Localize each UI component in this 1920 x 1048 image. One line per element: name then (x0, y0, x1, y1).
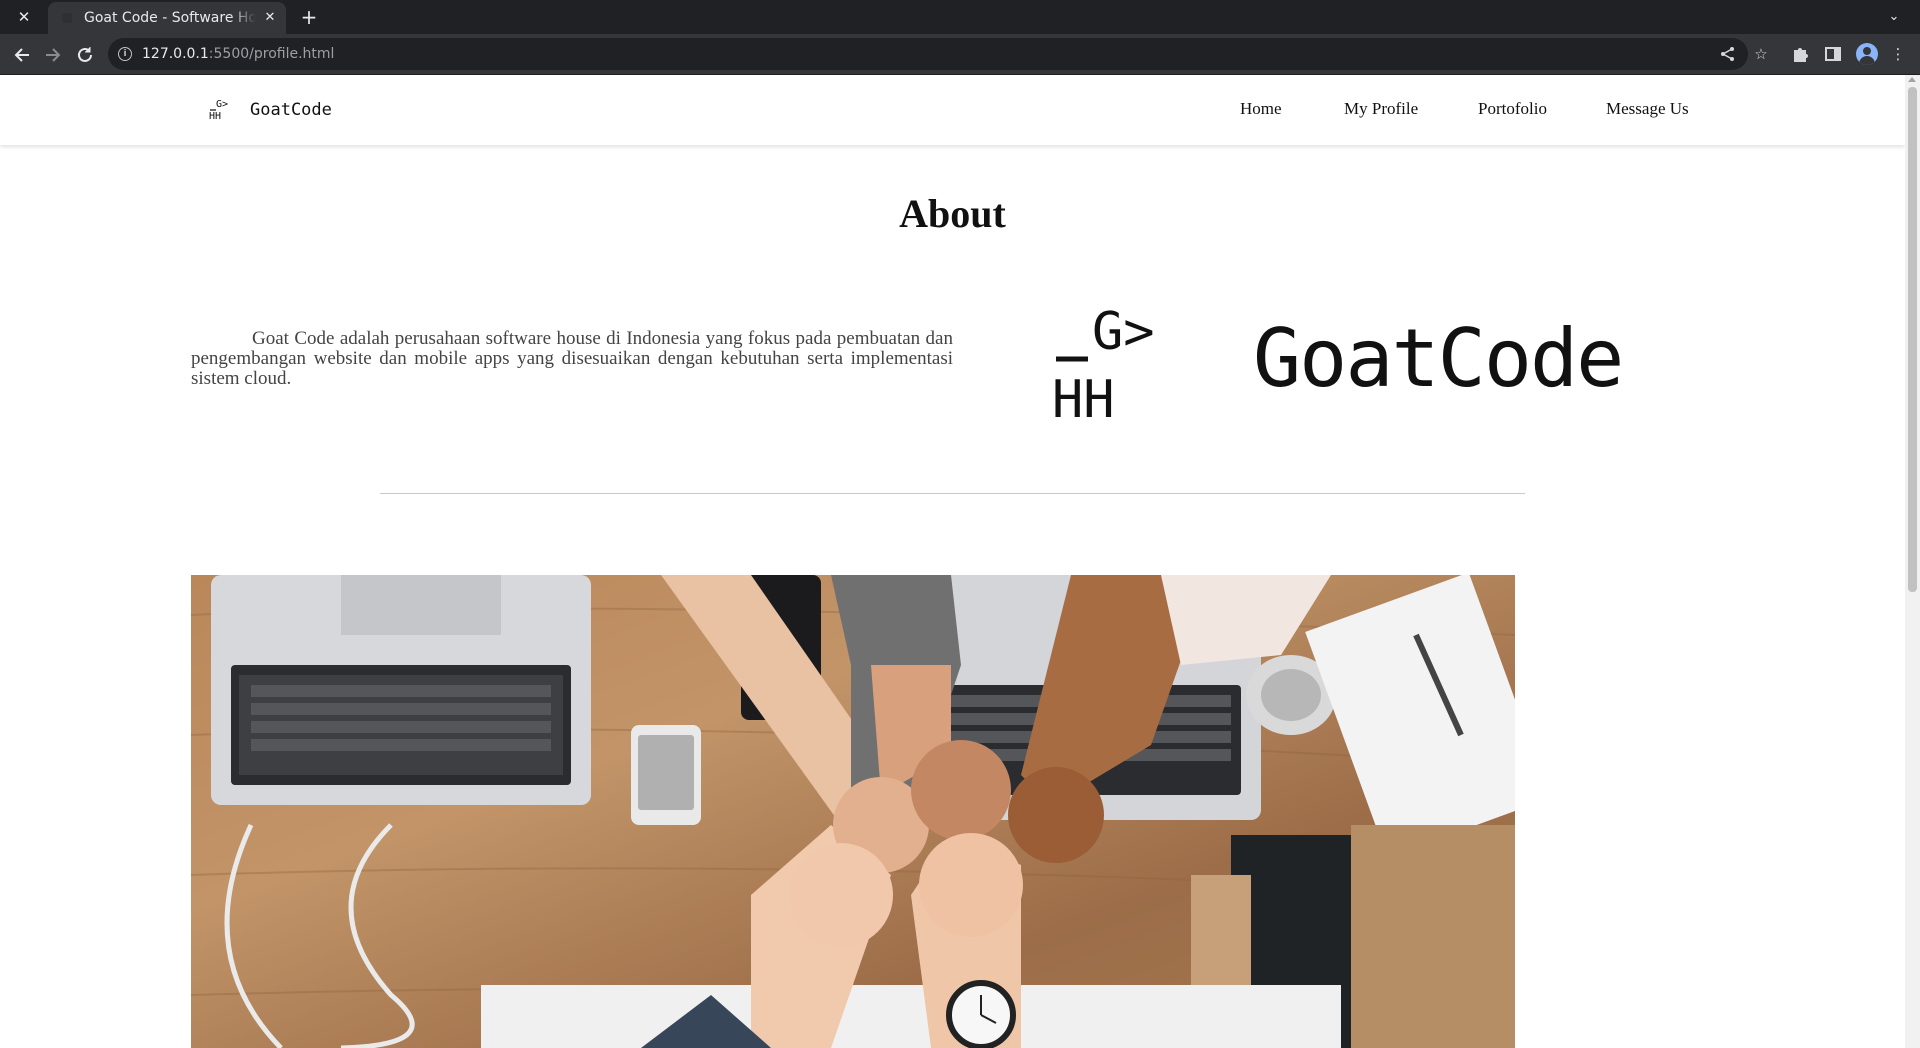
close-icon[interactable]: ✕ (14, 7, 34, 27)
nav-link-message-us[interactable]: Message Us (1606, 98, 1689, 120)
svg-text:HH: HH (1052, 370, 1115, 419)
svg-text:G>: G> (216, 99, 228, 110)
about-paragraph: Goat Code adalah perusahaan software hou… (191, 328, 953, 389)
tab-title: Goat Code - Software House (84, 10, 256, 26)
new-tab-button[interactable]: + (298, 6, 320, 28)
tab-strip: ✕ Goat Code - Software House ✕ + ⌄ (0, 0, 1920, 34)
nav-link-home[interactable]: Home (1240, 98, 1282, 120)
nav-link-portofolio[interactable]: Portofolio (1478, 98, 1547, 120)
scroll-up-arrow-icon[interactable] (1908, 77, 1916, 82)
scroll-thumb[interactable] (1908, 87, 1917, 592)
goatcode-logo-icon[interactable]: G> HH (208, 97, 234, 121)
logo-wordmark: GoatCode (1253, 312, 1624, 405)
nav-link-my-profile[interactable]: My Profile (1344, 98, 1418, 120)
reload-icon[interactable] (74, 44, 96, 66)
star-icon[interactable]: ☆ (1751, 44, 1771, 64)
info-icon[interactable]: i (118, 47, 132, 61)
chevron-down-icon[interactable]: ⌄ (1884, 7, 1904, 27)
page-viewport: G> HH GoatCode Home My Profile Portofoli… (0, 75, 1905, 1048)
address-bar[interactable]: i 127.0.0.1:5500/profile.html (108, 38, 1748, 70)
browser-toolbar: i 127.0.0.1:5500/profile.html ☆ ⋮ (0, 34, 1920, 75)
avatar-icon[interactable] (1856, 43, 1878, 65)
forward-arrow-icon[interactable] (42, 44, 64, 66)
scrollbar[interactable] (1905, 75, 1920, 1048)
puzzle-icon[interactable] (1790, 44, 1810, 64)
back-arrow-icon[interactable] (11, 44, 33, 66)
kebab-menu-icon[interactable]: ⋮ (1888, 44, 1908, 64)
share-icon[interactable] (1718, 44, 1738, 64)
team-fist-bump-photo (191, 575, 1515, 1048)
svg-text:HH: HH (209, 111, 221, 121)
page-title: About (899, 191, 1006, 236)
svg-text:G>: G> (1092, 302, 1155, 362)
side-panel-icon[interactable] (1823, 44, 1843, 64)
tab-close-icon[interactable]: ✕ (262, 10, 278, 26)
section-divider (380, 493, 1525, 494)
url-text[interactable]: 127.0.0.1:5500/profile.html (142, 45, 334, 63)
goatcode-logo-mark-icon: G> HH (1052, 302, 1155, 419)
site-navbar: G> HH GoatCode Home My Profile Portofoli… (0, 75, 1905, 145)
brand-name[interactable]: GoatCode (250, 99, 332, 121)
browser-tab[interactable]: Goat Code - Software House ✕ (48, 2, 286, 34)
favicon-icon (62, 13, 72, 23)
